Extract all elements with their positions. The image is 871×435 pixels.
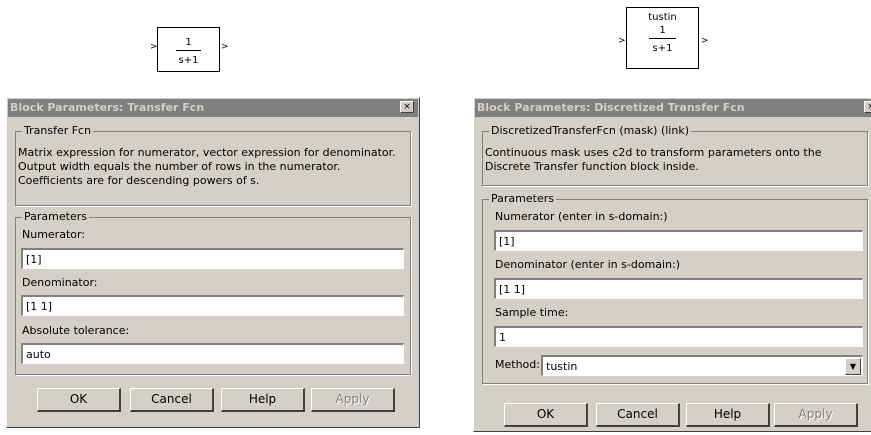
block-description: Matrix expression for numerator, vector … [18, 146, 396, 187]
tf-denominator-label: s+1 [178, 55, 199, 66]
parameters-title: Parameters [22, 210, 89, 224]
chevron-down-icon[interactable]: ▼ [845, 358, 861, 375]
discretized-transfer-fcn-dialog: Block Parameters: Discretized Transfer F… [473, 97, 871, 432]
ok-button[interactable]: OK [504, 403, 588, 427]
description-group: DiscretizedTransferFcn (mask) (link) Con… [482, 124, 868, 186]
dialog-title: Block Parameters: Transfer Fcn [8, 99, 418, 117]
parameters-title: Parameters [489, 192, 556, 206]
apply-button[interactable]: Apply [311, 388, 395, 412]
denominator-label: Denominator: [22, 276, 98, 289]
absolute-tolerance-field[interactable]: auto [21, 343, 404, 364]
cancel-button[interactable]: Cancel [596, 403, 680, 427]
fraction-bar [176, 50, 201, 51]
denominator-label: Denominator (enter in s-domain:) [495, 258, 681, 271]
denominator-field[interactable]: [1 1] [21, 295, 404, 316]
numerator-label: Numerator (enter in s-domain:) [495, 210, 668, 223]
ok-button[interactable]: OK [37, 388, 121, 412]
tf-denominator-label: s+1 [652, 43, 673, 54]
transfer-fcn-dialog: Block Parameters: Transfer Fcn × Transfe… [6, 97, 420, 428]
numerator-field[interactable]: [1] [494, 230, 863, 251]
method-select[interactable]: tustin ▼ [541, 355, 863, 376]
denominator-field[interactable]: [1 1] [494, 278, 863, 299]
parameters-group: Parameters Numerator (enter in s-domain:… [482, 192, 868, 384]
group-title: Transfer Fcn [22, 124, 94, 138]
apply-button[interactable]: Apply [774, 403, 858, 427]
method-label: tustin [648, 12, 677, 23]
block-description: Continuous mask uses c2d to transform pa… [485, 146, 822, 173]
group-title: DiscretizedTransferFcn (mask) (link) [489, 124, 691, 138]
input-port-icon: > [618, 36, 626, 46]
numerator-field[interactable]: [1] [21, 248, 404, 269]
description-group: Transfer Fcn Matrix expression for numer… [15, 124, 411, 206]
tf-numerator-label: 1 [659, 25, 666, 36]
close-icon[interactable]: × [400, 101, 414, 113]
tf-numerator-label: 1 [185, 37, 192, 48]
help-button[interactable]: Help [686, 403, 770, 427]
absolute-tolerance-label: Absolute tolerance: [22, 324, 130, 337]
method-selected-value: tustin [546, 360, 578, 373]
help-button[interactable]: Help [221, 388, 305, 412]
sample-time-field[interactable]: 1 [494, 326, 863, 347]
parameters-group: Parameters Numerator: [1] Denominator: [… [15, 210, 411, 375]
method-label: Method: [495, 358, 540, 371]
transfer-fcn-block-body[interactable]: 1 s+1 [157, 27, 220, 72]
fraction-bar [649, 38, 676, 39]
cancel-button[interactable]: Cancel [130, 388, 214, 412]
sample-time-label: Sample time: [495, 306, 569, 319]
numerator-label: Numerator: [22, 228, 86, 241]
discretized-transfer-fcn-block-body[interactable]: tustin 1 s+1 [626, 7, 699, 69]
dialog-title: Block Parameters: Discretized Transfer F… [475, 99, 871, 117]
close-icon[interactable]: × [864, 101, 871, 113]
output-port-icon: > [701, 36, 709, 46]
output-port-icon: > [221, 42, 229, 52]
